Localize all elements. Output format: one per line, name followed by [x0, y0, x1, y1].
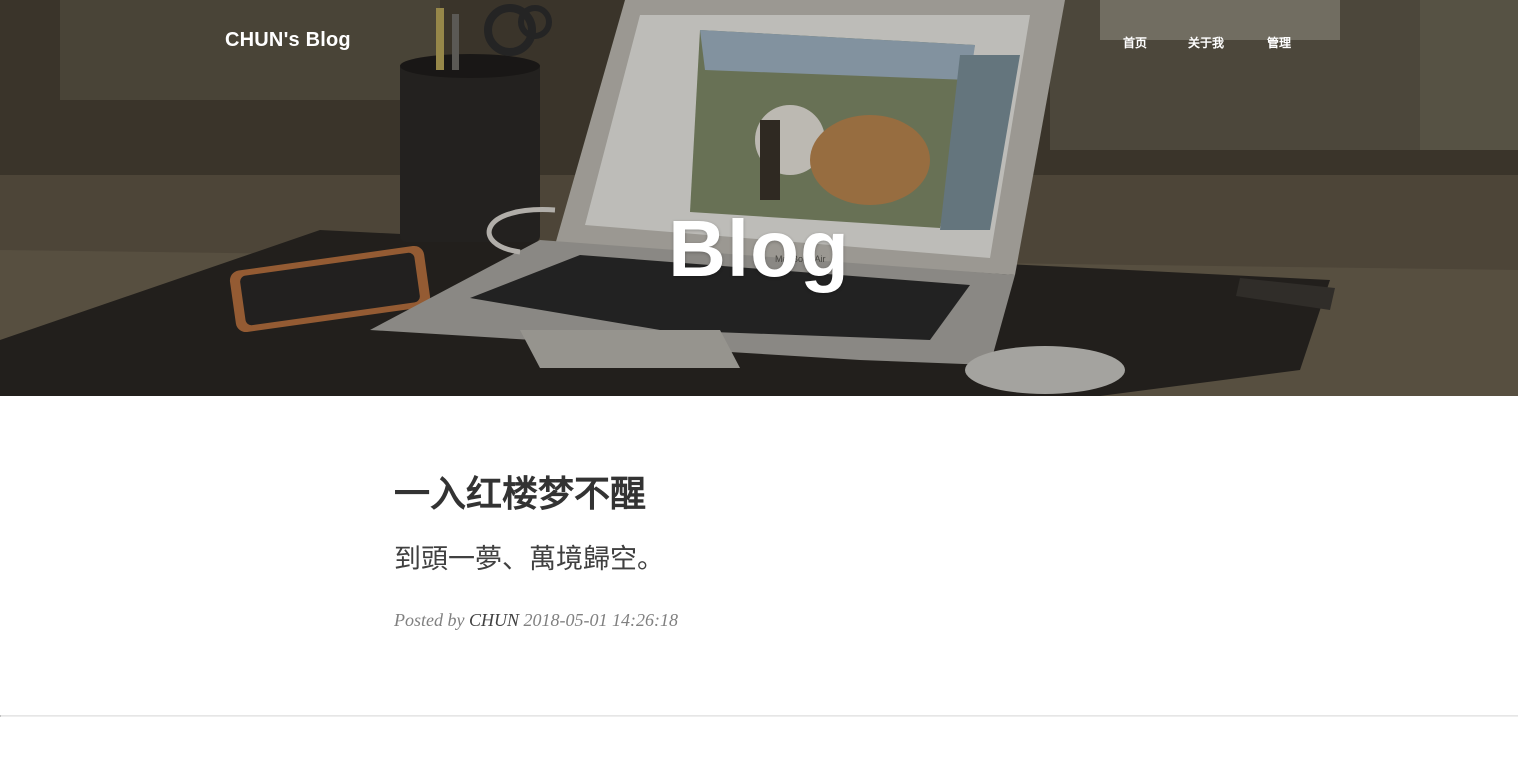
page-title: Blog [668, 203, 850, 293]
post-title[interactable]: 一入红楼梦不醒 [394, 470, 1124, 520]
posted-by-label: Posted by [394, 610, 465, 630]
post-author-link[interactable]: CHUN [469, 610, 519, 630]
post-divider [0, 715, 1518, 717]
post-subtitle[interactable]: 到頭一夢、萬境歸空。 [394, 540, 1124, 580]
top-nav: 首页 关于我 管理 [1100, 34, 1320, 54]
brand-link[interactable]: CHUN's Blog [225, 29, 351, 52]
post-date: 2018-05-01 14:26:18 [523, 610, 678, 630]
post-preview[interactable]: 一入红楼梦不醒 到頭一夢、萬境歸空。 Posted by CHUN 2018-0… [394, 470, 1124, 649]
hero-banner: MacBook Air CHUN's Blog 首页 关于我 管理 Blog [0, 0, 1518, 396]
nav-item-admin[interactable]: 管理 [1267, 34, 1291, 51]
nav-item-about[interactable]: 关于我 [1188, 34, 1224, 51]
post-meta: Posted by CHUN 2018-05-01 14:26:18 [394, 610, 1124, 631]
hero-overlay [0, 0, 1518, 396]
nav-item-home[interactable]: 首页 [1123, 34, 1147, 51]
